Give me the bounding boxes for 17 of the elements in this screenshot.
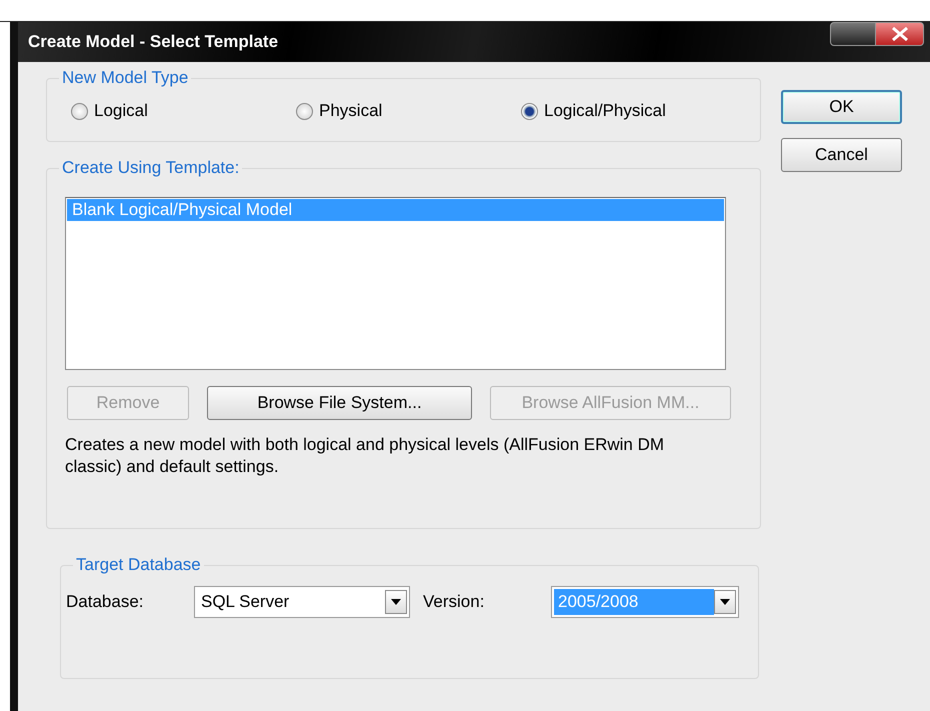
window-title: Create Model - Select Template <box>28 31 278 54</box>
database-label: Database: <box>66 591 144 614</box>
radio-label[interactable]: Logical/Physical <box>544 98 666 124</box>
database-dropdown[interactable]: SQL Server <box>194 586 410 618</box>
minimize-button[interactable] <box>830 22 876 46</box>
radio-button[interactable] <box>71 102 88 120</box>
template-description: Creates a new model with both logical and physical levels (AllFusion ERwin DM classic) and default settings. <box>65 434 666 478</box>
dialog-button[interactable]: Cancel <box>781 138 902 172</box>
radio-label[interactable]: Physical <box>319 98 382 124</box>
radio-label[interactable]: Logical <box>94 98 148 124</box>
version-label: Version: <box>423 591 486 614</box>
radio-button[interactable] <box>296 102 313 120</box>
radio-button[interactable] <box>521 102 538 120</box>
template-button[interactable]: Browse File System... <box>207 386 472 420</box>
close-button[interactable] <box>876 22 924 46</box>
dialog-button[interactable]: OK <box>781 90 902 124</box>
close-icon <box>890 27 908 41</box>
